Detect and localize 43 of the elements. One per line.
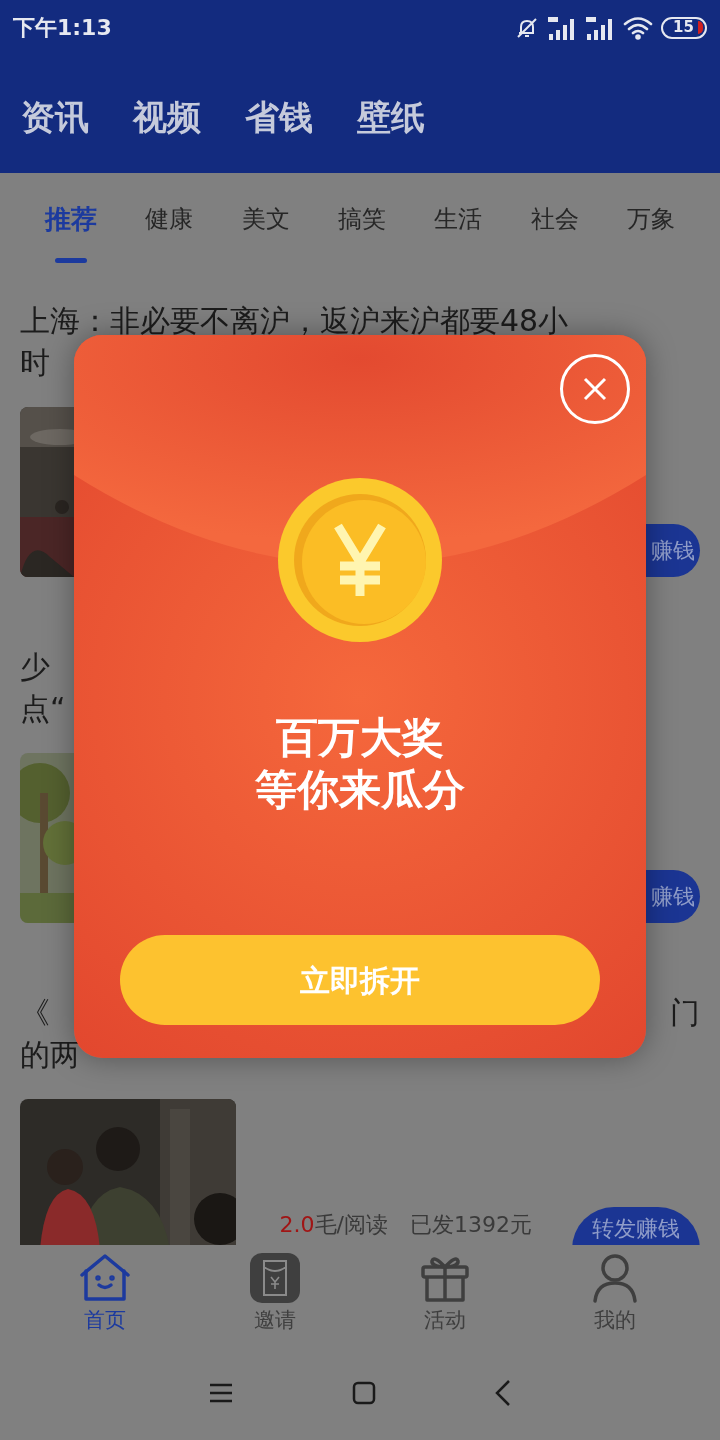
nav-tab[interactable]: 活动 [385, 1253, 505, 1337]
article-title: 门 [670, 993, 700, 1032]
signal-icon [585, 15, 615, 40]
envelope-icon [250, 1253, 300, 1304]
paid-total: 已发1392元 [410, 1211, 532, 1239]
article-title: 《 [20, 993, 50, 1032]
category-tab[interactable]: 搞笑 [338, 173, 386, 265]
section-tab[interactable]: 壁纸 [357, 91, 425, 143]
signal-icon [547, 15, 577, 40]
article-title: 时 [20, 343, 50, 382]
nav-tab[interactable]: 首页 [45, 1253, 165, 1337]
share-earn-button[interactable]: 赚钱 [646, 524, 700, 577]
category-tab[interactable]: 万象 [626, 173, 675, 265]
close-button[interactable] [560, 354, 630, 424]
section-tab[interactable]: 资讯 [21, 91, 89, 143]
coin-icon [278, 478, 442, 642]
category-tab[interactable]: 生活 [434, 173, 483, 265]
category-tab[interactable]: 美文 [241, 173, 290, 265]
article-title: 的两 [20, 1035, 80, 1074]
nav-tab[interactable]: 邀请 [215, 1253, 335, 1337]
share-earn-button[interactable]: 赚钱 [646, 870, 700, 923]
reward-rate: 2.0毛/阅读 [279, 1211, 388, 1239]
back-icon[interactable] [494, 1379, 511, 1406]
status-time: 下午1:13 [13, 14, 112, 42]
menu-icon[interactable] [209, 1381, 234, 1404]
wifi-icon [623, 15, 653, 40]
nav-tab[interactable]: 我的 [555, 1253, 675, 1337]
category-tab[interactable]: 社会 [530, 173, 579, 265]
prize-headline: 百万大奖 [276, 712, 444, 764]
person-icon [592, 1253, 638, 1304]
house-icon [79, 1253, 131, 1304]
category-tab[interactable]: 推荐 [45, 173, 97, 265]
article-title: 上海：非必要不离沪，返沪来沪都要48小 [20, 301, 569, 340]
home-square-icon[interactable] [352, 1380, 376, 1405]
prize-headline: 等你来瓜分 [255, 764, 465, 816]
article-title: 点“ [20, 689, 66, 728]
muted-bell-icon [515, 15, 539, 40]
close-icon [583, 377, 607, 401]
battery-indicator: 15 [661, 16, 707, 39]
article-title: 少 [20, 647, 50, 686]
section-tab[interactable]: 视频 [133, 91, 201, 143]
section-tab[interactable]: 省钱 [245, 91, 313, 143]
category-tab[interactable]: 健康 [145, 173, 194, 265]
